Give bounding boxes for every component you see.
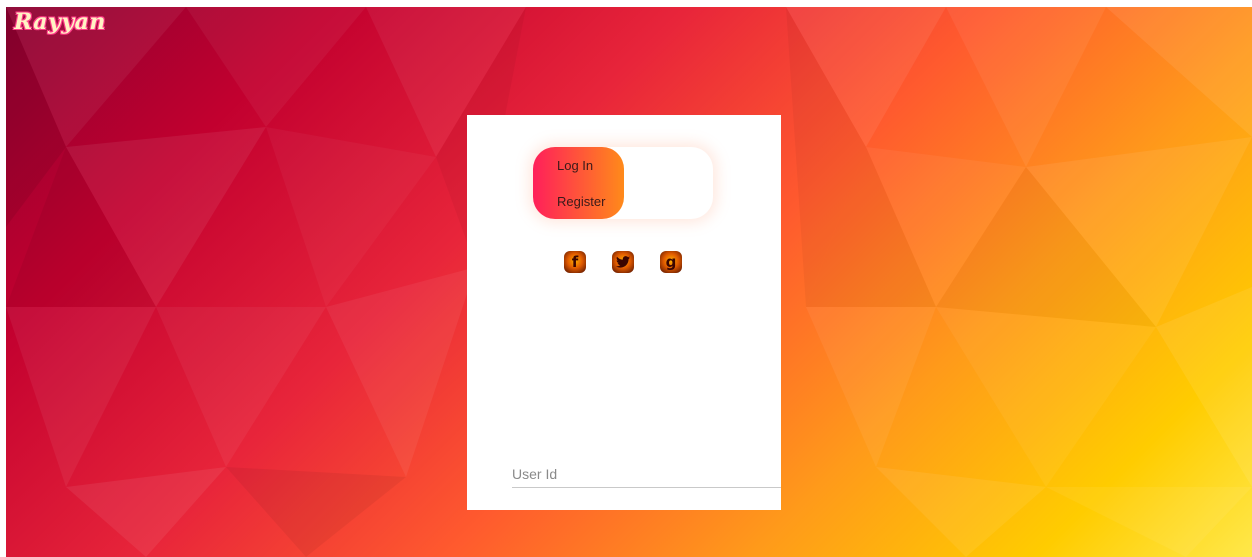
rayyan-logo[interactable]: Rayyan [14, 9, 106, 35]
bird-glyph [616, 256, 630, 268]
facebook-icon[interactable]: f [564, 251, 586, 273]
register-tab-button[interactable]: Register [557, 194, 605, 209]
user-id-input[interactable] [512, 461, 781, 488]
google-icon[interactable]: g [660, 251, 682, 273]
auth-card: Log In Register f g [467, 115, 781, 510]
login-tab-button[interactable]: Log In [557, 158, 593, 173]
twitter-icon[interactable] [612, 251, 634, 273]
auth-mode-toggle: Log In Register [533, 147, 713, 219]
